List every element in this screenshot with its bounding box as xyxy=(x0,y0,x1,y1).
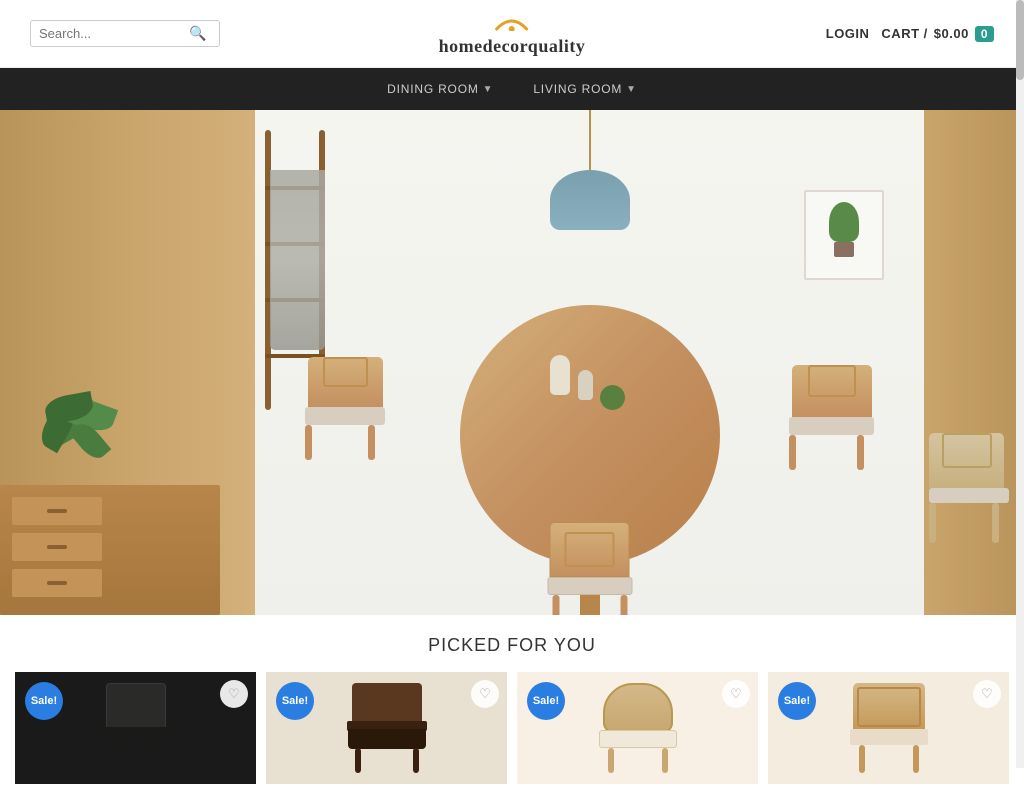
hero-center-panel xyxy=(255,110,924,615)
sale-badge: Sale! xyxy=(778,682,816,720)
logo-icon xyxy=(492,11,532,36)
login-link[interactable]: LOGIN xyxy=(826,26,870,41)
scrollbar-track[interactable] xyxy=(1016,0,1024,768)
chair-front xyxy=(547,522,632,615)
site-header: 🔍 homedecorquality LOGIN CART / $0.00 0 xyxy=(0,0,1024,68)
site-logo[interactable]: homedecorquality xyxy=(439,11,586,57)
wishlist-button[interactable]: ♡ xyxy=(471,680,499,708)
cart-label: CART / xyxy=(881,26,927,41)
product-card[interactable]: Sale! ♡ xyxy=(266,672,507,784)
hero-right-panel xyxy=(924,110,1024,615)
dresser-furniture xyxy=(0,485,220,615)
wishlist-button[interactable]: ♡ xyxy=(220,680,248,708)
chevron-down-icon: ▼ xyxy=(626,84,637,95)
wishlist-button[interactable]: ♡ xyxy=(973,680,1001,708)
cart-link[interactable]: CART / $0.00 0 xyxy=(881,26,994,42)
search-icon[interactable]: 🔍 xyxy=(189,25,206,42)
product-card[interactable]: Sale! ♡ xyxy=(768,672,1009,784)
product-card[interactable]: Sale! ♡ xyxy=(517,672,758,784)
nav-label-dining: DINING ROOM xyxy=(387,82,478,96)
sale-badge: Sale! xyxy=(276,682,314,720)
nav-item-living-room[interactable]: LIVING ROOM ▼ xyxy=(533,82,637,96)
main-nav: DINING ROOM ▼ LIVING ROOM ▼ xyxy=(0,68,1024,110)
wishlist-button[interactable]: ♡ xyxy=(722,680,750,708)
search-input[interactable] xyxy=(39,26,189,41)
sale-badge: Sale! xyxy=(527,682,565,720)
section-title: PICKED FOR YOU xyxy=(0,635,1024,656)
cart-amount: $0.00 xyxy=(934,26,969,41)
wall-shelf xyxy=(804,190,884,280)
search-form[interactable]: 🔍 xyxy=(30,20,220,47)
chair-left xyxy=(305,349,385,460)
header-actions: LOGIN CART / $0.00 0 xyxy=(826,26,994,42)
logo-text: homedecorquality xyxy=(439,36,586,57)
chair-right xyxy=(789,357,874,470)
product-card[interactable]: Sale! ♡ xyxy=(15,672,256,784)
pendant-lamp xyxy=(550,110,630,230)
picked-section: PICKED FOR YOU Sale! ♡ Sale! ♡ xyxy=(0,615,1024,794)
scrollbar-thumb[interactable] xyxy=(1016,0,1024,80)
chair-partial-right xyxy=(929,425,1014,545)
chevron-down-icon: ▼ xyxy=(483,84,494,95)
hero-left-panel xyxy=(0,110,255,615)
hero-section xyxy=(0,110,1024,615)
sale-badge: Sale! xyxy=(25,682,63,720)
cart-count: 0 xyxy=(975,26,994,42)
nav-label-living: LIVING ROOM xyxy=(533,82,622,96)
nav-item-dining-room[interactable]: DINING ROOM ▼ xyxy=(387,82,493,96)
products-row: Sale! ♡ Sale! ♡ xyxy=(0,672,1024,784)
